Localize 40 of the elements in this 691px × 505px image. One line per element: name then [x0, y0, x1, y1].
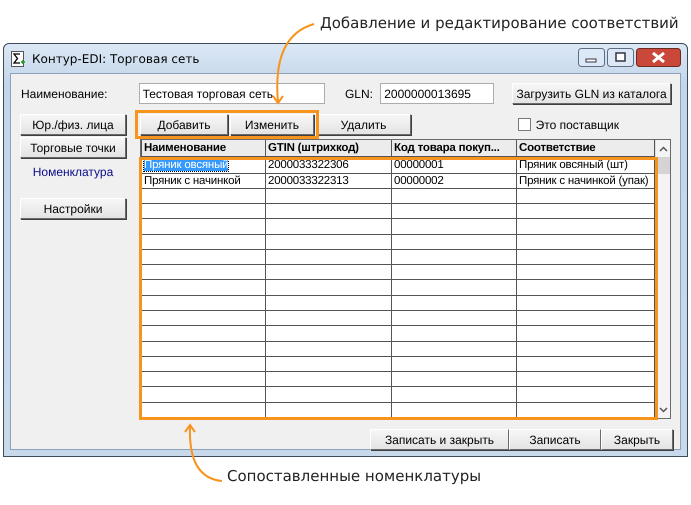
checkbox-label: Это поставщик	[536, 118, 619, 132]
table-cell: Пряник овсяный	[144, 159, 228, 172]
maximize-button[interactable]	[607, 48, 634, 67]
footer-button[interactable]: Записать и закрыть	[370, 429, 509, 450]
gln-field[interactable]: 2000000013695	[380, 83, 494, 104]
field-label: Наименование:	[21, 86, 109, 100]
load-gln-button[interactable]: Загрузить GLN из каталога	[512, 83, 671, 104]
toolbar-button[interactable]: Удалить	[316, 114, 411, 135]
table-cell: 00000002	[394, 174, 444, 187]
callout-text: Добавление и редактирование соответствий	[320, 14, 679, 32]
column-header[interactable]: GTIN (штрихкод)	[266, 140, 392, 158]
footer-button[interactable]: Закрыть	[601, 429, 673, 450]
table-cell: Пряник с начинкой (упак)	[519, 174, 648, 187]
name-field[interactable]: Тестовая торговая сеть	[138, 83, 325, 104]
field-label: GLN:	[344, 86, 374, 100]
footer-button[interactable]: Записать	[509, 429, 601, 450]
column-header[interactable]: Соответствие	[516, 140, 654, 158]
column-header[interactable]: Наименование	[142, 140, 266, 158]
callout-text: Сопоставленные номенклатуры	[227, 467, 482, 485]
nav-tab[interactable]: Юр./физ. лица	[20, 114, 126, 135]
app-icon	[10, 50, 26, 66]
scroll-down-icon[interactable]	[658, 407, 668, 413]
toolbar-button[interactable]: Изменить	[230, 114, 314, 135]
table-row[interactable]: Пряник овсяный 2000033322306 00000001 Пряник овсяный (шт)	[142, 157, 654, 174]
window-title: Контур-EDI: Торговая сеть	[32, 52, 200, 66]
table-row[interactable]: Пряник с начинкой 2000033322313 00000002 Пряник с начинкой (упак)	[142, 173, 654, 188]
scroll-up-icon[interactable]	[658, 146, 668, 152]
nav-tab[interactable]: Торговые точки	[20, 137, 126, 158]
column-header[interactable]: Код товара покуп...	[392, 140, 516, 158]
annotation-arrow	[184, 423, 222, 482]
close-button[interactable]	[636, 48, 681, 67]
table-cell: Пряник с начинкой	[144, 174, 241, 187]
settings-button[interactable]: Настройки	[20, 198, 126, 219]
checkbox[interactable]	[518, 118, 531, 131]
table-cell: Пряник овсяный (шт)	[519, 159, 628, 172]
toolbar-button[interactable]: Добавить	[140, 114, 228, 135]
table-cell: 2000033322306	[268, 159, 349, 172]
minimize-button[interactable]	[578, 48, 605, 67]
table-cell: 2000033322313	[268, 174, 349, 187]
table-cell: 00000001	[394, 159, 444, 172]
